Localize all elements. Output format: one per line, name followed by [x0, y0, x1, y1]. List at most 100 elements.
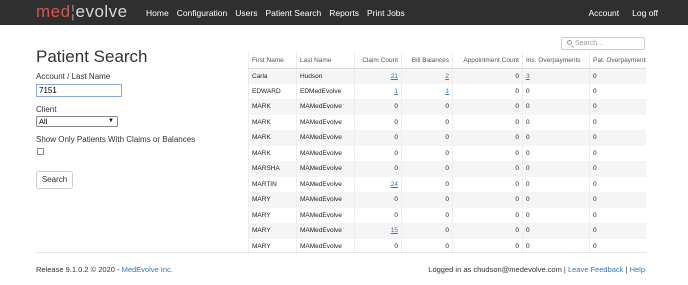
main-nav: Home Configuration Users Patient Search …: [146, 0, 413, 25]
cell-claim-count: 24: [354, 176, 402, 192]
col-appointment-count[interactable]: Appointment Count: [452, 53, 523, 69]
footer-divider: [36, 252, 646, 253]
claim-count-link[interactable]: 1: [394, 88, 398, 95]
nav-patient-search[interactable]: Patient Search: [265, 8, 321, 18]
nav-log-off[interactable]: Log off: [632, 8, 658, 18]
cell-bill-balances: 1: [401, 83, 453, 99]
cell-claim-count: 0: [354, 207, 402, 223]
cell-first-name: MARK: [248, 99, 297, 115]
cell-last-name: MAMedEvolve: [296, 161, 355, 177]
nav-configuration[interactable]: Configuration: [177, 8, 228, 18]
table-row[interactable]: Carla Hudson 21 2 0 3 0: [248, 68, 646, 84]
cell-last-name: MAMedEvolve: [296, 223, 355, 239]
cell-pat-overpayments: 0: [589, 83, 646, 99]
footer-user: Logged in as chudson@medevolve.com | Lea…: [428, 265, 645, 274]
cell-claim-count: 0: [354, 99, 402, 115]
cell-appointment-count: 0: [452, 130, 523, 146]
bill-balances-link[interactable]: 1: [445, 88, 449, 95]
cell-claim-count: 0: [354, 192, 402, 208]
table-search-placeholder: Search...: [575, 40, 604, 47]
brand-logo[interactable]: med¦evolve: [36, 2, 128, 22]
claim-count-link[interactable]: 24: [391, 181, 398, 188]
chevron-down-icon: ▼: [108, 118, 114, 124]
nav-account[interactable]: Account: [588, 8, 619, 18]
cell-claim-count: 15: [354, 223, 402, 239]
claim-count-link[interactable]: 21: [391, 73, 398, 80]
col-bill-balances[interactable]: Bill Balances: [401, 53, 453, 69]
claims-filter-checkbox[interactable]: [37, 148, 44, 155]
col-first-name[interactable]: First Name: [248, 53, 297, 69]
col-last-name[interactable]: Last Name: [296, 53, 355, 69]
cell-first-name: MARK: [248, 145, 297, 161]
table-row[interactable]: MARK MAMedEvolve 0 0 0 0 0: [248, 99, 646, 115]
cell-pat-overpayments: 0: [589, 223, 646, 239]
cell-ins-overpayments: 0: [522, 130, 590, 146]
brand-part-med: med: [36, 2, 71, 21]
account-label: Account / Last Name: [36, 72, 111, 81]
cell-claim-count: 21: [354, 68, 402, 84]
cell-appointment-count: 0: [452, 68, 523, 84]
cell-ins-overpayments: 0: [522, 83, 590, 99]
cell-claim-count: 1: [354, 83, 402, 99]
cell-ins-overpayments: 0: [522, 207, 590, 223]
table-row[interactable]: MARSHA MAMedEvolve 0 0 0 0 0: [248, 161, 646, 177]
cell-first-name: MARK: [248, 130, 297, 146]
bill-balances-link[interactable]: 2: [445, 73, 449, 80]
cell-claim-count: 0: [354, 114, 402, 130]
table-row[interactable]: MARY MAMedEvolve 0 0 0 0 0: [248, 192, 646, 208]
claim-count-link[interactable]: 15: [391, 227, 398, 234]
cell-last-name: MAMedEvolve: [296, 99, 355, 115]
table-header-row: First Name Last Name Claim Count Bill Ba…: [248, 53, 646, 69]
cell-pat-overpayments: 0: [589, 145, 646, 161]
table-row[interactable]: MARY MAMedEvolve 0 0 0 0 0: [248, 207, 646, 223]
cell-last-name: MAMedEvolve: [296, 192, 355, 208]
leave-feedback-link[interactable]: Leave Feedback: [568, 265, 623, 274]
cell-first-name: Carla: [248, 68, 297, 84]
nav-home[interactable]: Home: [146, 8, 169, 18]
cell-first-name: MARY: [248, 223, 297, 239]
cell-appointment-count: 0: [452, 207, 523, 223]
ins-overpayments-link[interactable]: 3: [526, 73, 530, 80]
client-select-value: All: [39, 117, 48, 126]
table-row[interactable]: MARK MAMedEvolve 0 0 0 0 0: [248, 130, 646, 146]
company-link[interactable]: MedEvolve Inc.: [122, 265, 173, 274]
cell-bill-balances: 0: [401, 161, 453, 177]
col-claim-count[interactable]: Claim Count: [354, 53, 402, 69]
cell-ins-overpayments: 3: [522, 68, 590, 84]
cell-first-name: EDWARD: [248, 83, 297, 99]
table-row[interactable]: MARY MAMedEvolve 15 0 0 0 0: [248, 223, 646, 239]
cell-appointment-count: 0: [452, 161, 523, 177]
cell-ins-overpayments: 0: [522, 176, 590, 192]
account-input[interactable]: 7151: [36, 84, 122, 97]
cell-bill-balances: 0: [401, 223, 453, 239]
nav-users[interactable]: Users: [235, 8, 257, 18]
cell-first-name: MARK: [248, 114, 297, 130]
table-row[interactable]: EDWARD EDMedEvolve 1 1 0 0 0: [248, 83, 646, 99]
table-row[interactable]: MARTIN MAMedEvolve 24 0 0 0 0: [248, 176, 646, 192]
col-pat-overpayments[interactable]: Pat. Overpayments: [589, 53, 646, 69]
cell-ins-overpayments: 0: [522, 192, 590, 208]
help-link[interactable]: Help: [630, 265, 645, 274]
table-row[interactable]: MARK MAMedEvolve 0 0 0 0 0: [248, 145, 646, 161]
patient-results-table: First Name Last Name Claim Count Bill Ba…: [248, 53, 646, 254]
cell-last-name: MAMedEvolve: [296, 145, 355, 161]
cell-appointment-count: 0: [452, 114, 523, 130]
search-button[interactable]: Search: [36, 171, 73, 189]
table-row[interactable]: MARK MAMedEvolve 0 0 0 0 0: [248, 114, 646, 130]
cell-ins-overpayments: 0: [522, 145, 590, 161]
col-ins-overpayments[interactable]: Ins. Overpayments: [522, 53, 590, 69]
cell-ins-overpayments: 0: [522, 223, 590, 239]
cell-pat-overpayments: 0: [589, 114, 646, 130]
cell-appointment-count: 0: [452, 176, 523, 192]
nav-print-jobs[interactable]: Print Jobs: [367, 8, 405, 18]
footer-release: Release 9.1.0.2 © 2020 - MedEvolve Inc.: [36, 265, 173, 274]
cell-first-name: MARTIN: [248, 176, 297, 192]
claims-filter-label: Show Only Patients With Claims or Balanc…: [36, 135, 196, 144]
cell-appointment-count: 0: [452, 145, 523, 161]
cell-pat-overpayments: 0: [589, 130, 646, 146]
table-search-input[interactable]: Search...: [561, 37, 645, 50]
client-select[interactable]: All ▼: [36, 116, 118, 127]
nav-reports[interactable]: Reports: [329, 8, 359, 18]
cell-bill-balances: 0: [401, 145, 453, 161]
cell-bill-balances: 0: [401, 192, 453, 208]
